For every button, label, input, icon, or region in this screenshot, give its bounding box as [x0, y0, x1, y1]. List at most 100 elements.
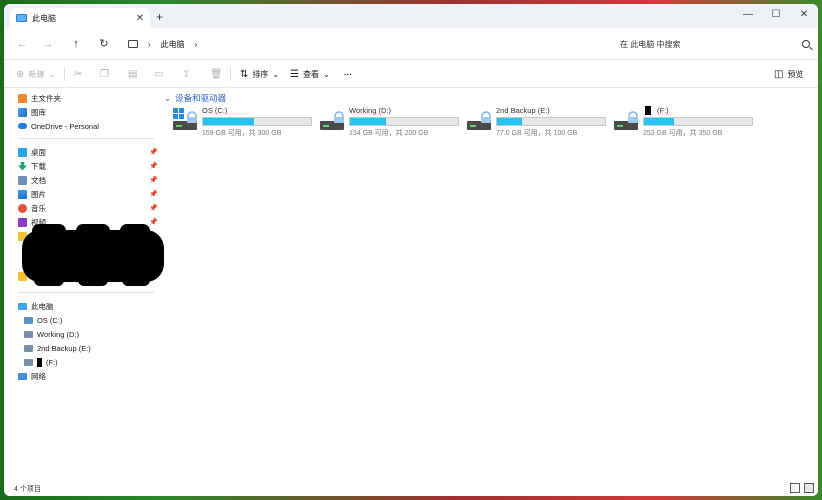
up-button[interactable]: ↑ — [68, 36, 84, 52]
chevron-down-icon: ⌄ — [322, 69, 330, 79]
pin-icon[interactable]: 📌 — [149, 162, 158, 170]
sidebar-item-onedrive[interactable]: OneDrive - Personal — [18, 120, 99, 132]
search-icon[interactable] — [802, 40, 810, 48]
explorer-window: 此电脑 ✕ + — ☐ ✕ ← → ↑ ↻ › 此电脑 › 在 此电脑 中搜索 … — [4, 4, 818, 496]
drive-free-space: 159 GB 可用，共 300 GB — [202, 130, 282, 137]
drive-usage-bar — [643, 117, 753, 126]
view-label: 查看 — [302, 69, 319, 79]
pin-icon[interactable]: 📌 — [149, 148, 158, 156]
sidebar-item-pictures[interactable]: 图片 📌 — [18, 188, 158, 200]
redacted-area — [122, 274, 150, 286]
pin-icon[interactable]: 📌 — [149, 204, 158, 212]
locked-drive-icon — [320, 111, 344, 130]
sidebar-item-home[interactable]: 主文件夹 — [18, 92, 61, 104]
drive-icon — [24, 330, 33, 338]
drive-e[interactable]: 2nd Backup (E:) 77.0 GB 可用，共 100 GB — [466, 106, 608, 140]
refresh-button[interactable]: ↻ — [96, 36, 112, 52]
drive-d[interactable]: Working (D:) 134 GB 可用，共 200 GB — [319, 106, 461, 140]
sidebar-item-label: 图库 — [31, 107, 46, 117]
tiles-view-button[interactable] — [804, 483, 814, 493]
search-box[interactable]: 在 此电脑 中搜索 — [620, 36, 810, 52]
gallery-icon — [18, 107, 27, 117]
redacted-label — [37, 357, 42, 367]
breadcrumb[interactable]: › 此电脑 › — [128, 36, 197, 52]
back-button[interactable]: ← — [14, 36, 30, 52]
navigation-pane: 主文件夹 图库 OneDrive - Personal 桌面 📌 下载 📌 文档… — [4, 88, 164, 480]
sidebar-item-drive-f[interactable]: (F:) — [24, 356, 58, 368]
drive-usage-bar — [349, 117, 459, 126]
sidebar-item-desktop[interactable]: 桌面 📌 — [18, 146, 158, 158]
drive-free-space: 253 GB 可用，共 350 GB — [643, 130, 723, 137]
close-window-button[interactable]: ✕ — [792, 6, 816, 24]
sidebar-item-label: Working (D:) — [37, 329, 79, 339]
sidebar-item-drive-c[interactable]: OS (C:) — [24, 314, 62, 326]
minimize-button[interactable]: — — [736, 6, 760, 24]
rename-button[interactable]: ▭ — [154, 66, 163, 82]
new-tab-button[interactable]: + — [156, 10, 163, 24]
drive-c[interactable]: OS (C:) 159 GB 可用，共 300 GB — [172, 106, 314, 140]
search-input[interactable]: 在 此电脑 中搜索 — [620, 39, 802, 50]
sidebar-item-downloads[interactable]: 下载 📌 — [18, 160, 158, 172]
breadcrumb-separator[interactable]: › — [195, 40, 198, 49]
sidebar-item-drive-e[interactable]: 2nd Backup (E:) — [24, 342, 91, 354]
sidebar-item-drive-d[interactable]: Working (D:) — [24, 328, 79, 340]
home-icon — [18, 93, 27, 103]
paste-button[interactable]: ▤ — [128, 66, 137, 82]
tab-this-pc[interactable]: 此电脑 ✕ — [10, 8, 150, 28]
copy-button[interactable]: ❐ — [100, 66, 109, 82]
view-icon: ☰ — [290, 68, 299, 80]
sidebar-item-label: 2nd Backup (E:) — [37, 343, 91, 353]
drive-usage-bar — [496, 117, 606, 126]
pin-icon[interactable]: 📌 — [149, 190, 158, 198]
drive-name: (F:) — [657, 106, 669, 115]
drive-usage-fill — [497, 118, 522, 125]
chevron-down-icon: ⌄ — [48, 69, 56, 79]
address-bar: ← → ↑ ↻ › 此电脑 › 在 此电脑 中搜索 — [4, 28, 818, 60]
desktop-icon — [18, 147, 27, 157]
cloud-icon — [18, 123, 27, 129]
drive-usage-bar — [202, 117, 312, 126]
sidebar-item-label: 音乐 — [31, 203, 46, 213]
trash-icon: 🗑 — [210, 68, 223, 80]
close-tab-button[interactable]: ✕ — [136, 13, 144, 24]
breadcrumb-separator[interactable]: › — [148, 40, 151, 49]
sidebar-item-label: 此电脑 — [31, 301, 54, 311]
computer-icon — [128, 40, 138, 48]
new-button[interactable]: ⊕ 新建 ⌄ — [16, 66, 55, 82]
pin-icon[interactable]: 📌 — [149, 218, 158, 226]
rename-icon: ▭ — [154, 68, 164, 80]
pin-icon[interactable]: 📌 — [149, 176, 158, 184]
sidebar-item-label: 文档 — [31, 175, 46, 185]
video-icon — [18, 217, 27, 227]
forward-button[interactable]: → — [40, 36, 56, 52]
sidebar-item-label: 桌面 — [31, 147, 46, 157]
more-options-button[interactable]: ··· — [344, 66, 352, 82]
sidebar-item-this-pc[interactable]: 此电脑 — [18, 300, 54, 312]
details-view-button[interactable] — [790, 483, 800, 493]
view-button[interactable]: ☰ 查看 ⌄ — [290, 66, 330, 82]
sort-icon: ⇅ — [240, 68, 249, 80]
chevron-down-icon: ⌄ — [272, 69, 280, 79]
sidebar-item-gallery[interactable]: 图库 — [18, 106, 46, 118]
sort-button[interactable]: ⇅ 排序 ⌄ — [240, 66, 279, 82]
devices-section-header[interactable]: ⌄ 设备和驱动器 — [164, 92, 226, 104]
sidebar-item-music[interactable]: 音乐 📌 — [18, 202, 158, 214]
share-button[interactable]: ⇪ — [182, 66, 190, 82]
drive-usage-fill — [350, 118, 386, 125]
sidebar-item-network[interactable]: 网络 — [18, 370, 46, 382]
breadcrumb-this-pc[interactable]: 此电脑 — [161, 39, 185, 50]
delete-button[interactable]: 🗑 — [210, 66, 223, 82]
drive-name: Working (D:) — [349, 106, 391, 115]
drive-f[interactable]: (F:) 253 GB 可用，共 350 GB — [613, 106, 755, 140]
music-icon — [18, 203, 27, 213]
drive-icon — [24, 316, 33, 324]
preview-button[interactable]: ◫ 预览 — [774, 66, 803, 82]
sidebar-item-label: (F:) — [46, 357, 58, 367]
redacted-area — [120, 224, 150, 238]
cut-button[interactable]: ✂ — [74, 66, 82, 82]
sidebar-item-documents[interactable]: 文档 📌 — [18, 174, 158, 186]
sidebar-item-label: 主文件夹 — [31, 93, 61, 103]
add-circle-icon: ⊕ — [16, 68, 25, 80]
maximize-button[interactable]: ☐ — [764, 6, 788, 24]
status-bar: 4 个项目 — [4, 480, 818, 496]
